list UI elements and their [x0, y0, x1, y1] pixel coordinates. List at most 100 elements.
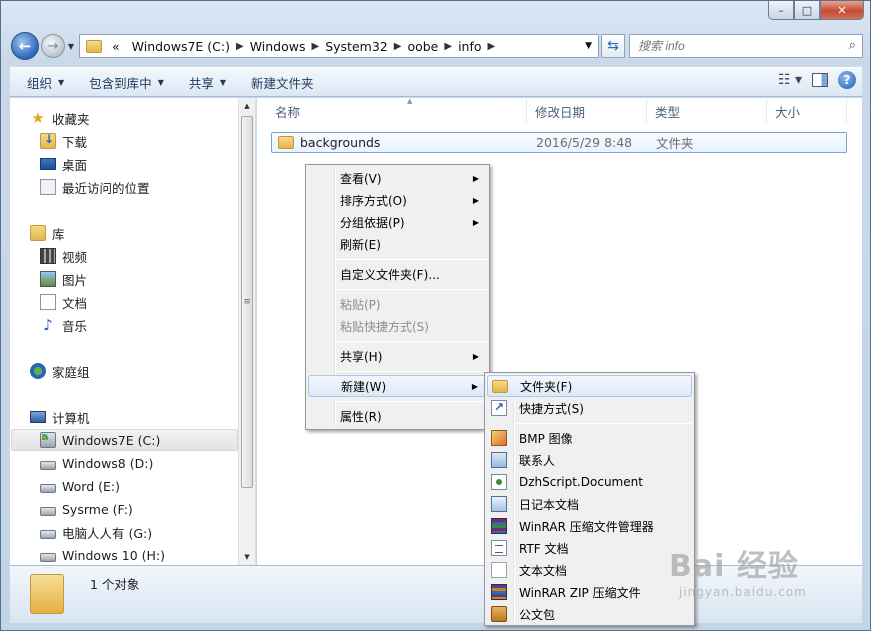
address-bar[interactable]: « Windows7E (C:) ▶ Windows ▶ System32 ▶ …: [79, 34, 599, 58]
change-view-icon[interactable]: ☷ ▾: [778, 72, 802, 88]
menu-item-sort-by[interactable]: 排序方式(O) ▶: [308, 189, 487, 211]
nav-drive-e[interactable]: Word (E:): [40, 475, 120, 497]
maximize-button[interactable]: □: [794, 1, 820, 20]
menu-item-customize-folder[interactable]: 自定义文件夹(F)...: [308, 263, 487, 285]
search-box[interactable]: ⌕: [629, 34, 863, 58]
nav-label: 视频: [62, 249, 88, 265]
menu-separator: [515, 423, 692, 424]
menu-item-properties[interactable]: 属性(R): [308, 405, 487, 427]
nav-scrollbar[interactable]: ▲ ≡ ▼: [238, 98, 255, 565]
nav-drive-f[interactable]: Sysrme (F:): [40, 498, 133, 520]
breadcrumb-overflow[interactable]: «: [112, 39, 120, 54]
drive-icon: [40, 460, 56, 470]
minimize-button[interactable]: –: [768, 1, 794, 20]
new-winrar-item[interactable]: WinRAR 压缩文件管理器: [487, 515, 692, 537]
nav-music[interactable]: ♪ 音乐: [40, 314, 87, 336]
column-type[interactable]: 类型: [647, 98, 767, 124]
computer-icon: [30, 411, 46, 423]
new-shortcut-item[interactable]: 快捷方式(S): [487, 397, 692, 419]
include-in-library-button[interactable]: 包含到库中 ▼: [81, 70, 172, 94]
nav-drive-c[interactable]: Windows7E (C:): [11, 429, 238, 451]
menu-separator: [336, 401, 487, 402]
nav-libraries[interactable]: 库: [30, 222, 65, 244]
share-button[interactable]: 共享 ▼: [181, 70, 234, 94]
menu-item-group-by[interactable]: 分组依据(P) ▶: [308, 211, 487, 233]
chevron-right-icon[interactable]: ▶: [444, 41, 452, 52]
help-icon[interactable]: ?: [838, 71, 856, 89]
column-date[interactable]: 修改日期: [527, 98, 647, 124]
recent-pages-dropdown[interactable]: ▼: [65, 42, 77, 51]
new-contact-item[interactable]: 联系人: [487, 449, 692, 471]
menu-label: BMP 图像: [519, 431, 573, 446]
search-input[interactable]: [638, 39, 838, 53]
drive-icon: [40, 506, 56, 516]
nav-downloads[interactable]: 下载: [40, 130, 87, 152]
new-briefcase-item[interactable]: 公文包: [487, 603, 692, 625]
menu-item-share[interactable]: 共享(H) ▶: [308, 345, 487, 367]
submenu-arrow-icon: ▶: [472, 173, 479, 183]
desktop-icon: [40, 158, 56, 170]
breadcrumb-info[interactable]: info: [458, 39, 481, 54]
new-winrar-zip-item[interactable]: WinRAR ZIP 压缩文件: [487, 581, 692, 603]
breadcrumb-c-drive[interactable]: Windows7E (C:): [132, 39, 230, 54]
document-icon: [40, 294, 56, 310]
menu-item-refresh[interactable]: 刷新(E): [308, 233, 487, 255]
nav-label: Windows7E (C:): [62, 432, 161, 448]
new-text-item[interactable]: 文本文档: [487, 559, 692, 581]
breadcrumb-windows[interactable]: Windows: [250, 39, 306, 54]
chevron-right-icon[interactable]: ▶: [312, 41, 320, 52]
downloads-icon: [40, 132, 56, 149]
new-folder-item[interactable]: 文件夹(F): [487, 375, 692, 397]
refresh-button[interactable]: ⇆: [601, 34, 625, 58]
briefcase-icon: [491, 606, 507, 622]
close-button[interactable]: ✕: [820, 1, 864, 20]
toolbar-right: ☷ ▾ ?: [778, 71, 856, 89]
nav-pictures[interactable]: 图片: [40, 268, 87, 290]
nav-drive-h[interactable]: Windows 10 (H:): [40, 544, 165, 566]
journal-icon: [491, 496, 507, 512]
table-row[interactable]: backgrounds 2016/5/29 8:48 文件夹: [271, 132, 847, 153]
menu-item-new[interactable]: 新建(W) ▶: [308, 375, 487, 397]
forward-button[interactable]: →: [41, 34, 65, 58]
dropdown-arrow-icon: ▼: [157, 77, 164, 87]
nav-label: 库: [52, 226, 65, 242]
new-folder-button[interactable]: 新建文件夹: [243, 70, 322, 94]
navigation-pane: ★ 收藏夹 下载 桌面 最近访问的位置 库 视频 图片 文档 ♪ 音乐 家庭组 计算…: [10, 98, 256, 565]
nav-desktop[interactable]: 桌面: [40, 153, 87, 175]
nav-documents[interactable]: 文档: [40, 291, 87, 313]
contact-icon: [491, 452, 507, 468]
new-rtf-item[interactable]: RTF 文档: [487, 537, 692, 559]
column-label: 名称: [275, 104, 301, 120]
nav-drive-d[interactable]: Windows8 (D:): [40, 452, 153, 474]
organize-button[interactable]: 组织 ▼: [19, 70, 72, 94]
address-dropdown[interactable]: ▼: [585, 41, 592, 51]
nav-label: 文档: [62, 295, 88, 311]
scroll-up-arrow-icon[interactable]: ▲: [239, 98, 255, 114]
new-dzhscript-item[interactable]: DzhScript.Document: [487, 471, 692, 493]
chevron-right-icon[interactable]: ▶: [394, 41, 402, 52]
nav-label: 下载: [62, 134, 88, 150]
breadcrumb-system32[interactable]: System32: [325, 39, 388, 54]
nav-computer[interactable]: 计算机: [30, 406, 90, 428]
preview-pane-icon[interactable]: [812, 73, 828, 87]
nav-label: 电脑人人有 (G:): [62, 525, 153, 541]
nav-drive-g[interactable]: 电脑人人有 (G:): [40, 521, 152, 543]
watermark-brand: Bai 经验: [669, 549, 799, 584]
column-name[interactable]: 名称 ▲: [267, 97, 527, 124]
back-button[interactable]: ←: [11, 32, 39, 60]
folder-large-icon: [30, 574, 64, 614]
search-icon[interactable]: ⌕: [849, 38, 856, 53]
nav-homegroup[interactable]: 家庭组: [30, 360, 90, 382]
chevron-right-icon[interactable]: ▶: [488, 41, 496, 52]
scroll-thumb[interactable]: ≡: [241, 116, 253, 488]
nav-recent-places[interactable]: 最近访问的位置: [40, 176, 150, 198]
new-journal-item[interactable]: 日记本文档: [487, 493, 692, 515]
new-bmp-item[interactable]: BMP 图像: [487, 427, 692, 449]
breadcrumb-oobe[interactable]: oobe: [407, 39, 438, 54]
chevron-right-icon[interactable]: ▶: [236, 41, 244, 52]
nav-favorites[interactable]: ★ 收藏夹: [30, 107, 89, 129]
nav-videos[interactable]: 视频: [40, 245, 87, 267]
menu-item-view[interactable]: 查看(V) ▶: [308, 167, 487, 189]
scroll-down-arrow-icon[interactable]: ▼: [239, 549, 255, 565]
column-size[interactable]: 大小: [767, 98, 847, 124]
